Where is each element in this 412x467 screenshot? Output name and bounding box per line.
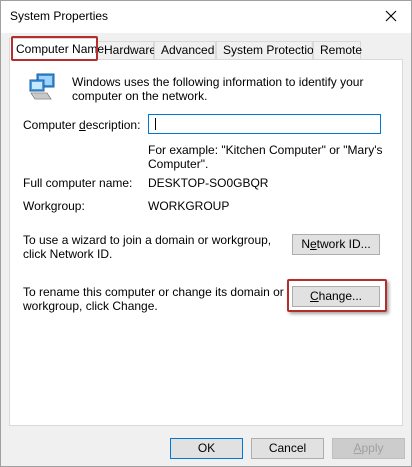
network-id-button[interactable]: Network ID... (292, 234, 380, 255)
text-caret (155, 118, 156, 130)
system-properties-window: System Properties Computer Name Hardware… (0, 0, 412, 467)
workgroup-label: Workgroup: (23, 199, 85, 213)
network-id-instructions: To use a wizard to join a domain or work… (23, 233, 272, 261)
tab-advanced[interactable]: Advanced (154, 41, 216, 60)
computer-description-input[interactable] (148, 114, 381, 134)
tab-remote[interactable]: Remote (313, 41, 362, 60)
rename-instructions: To rename this computer or change its do… (23, 285, 284, 313)
full-computer-name-value: DESKTOP-SO0GBQR (148, 176, 269, 190)
footer-divider (1, 433, 411, 434)
intro-text: Windows uses the following information t… (72, 75, 364, 103)
computer-name-panel: Windows uses the following information t… (9, 59, 403, 426)
tab-computer-name[interactable]: Computer Name (9, 38, 104, 61)
change-button[interactable]: Change... (292, 286, 380, 307)
close-icon (385, 10, 397, 22)
ok-button[interactable]: OK (170, 438, 243, 459)
window-title: System Properties (10, 9, 109, 23)
close-button[interactable] (371, 1, 411, 31)
cancel-button[interactable]: Cancel (251, 438, 324, 459)
workgroup-value: WORKGROUP (148, 199, 230, 213)
computer-icon (29, 73, 55, 100)
tab-hardware[interactable]: Hardware (97, 41, 156, 60)
full-computer-name-label: Full computer name: (23, 176, 133, 190)
description-example-text: For example: "Kitchen Computer" or "Mary… (148, 143, 383, 171)
title-bar: System Properties (1, 1, 411, 33)
computer-description-label: Computer description: (23, 118, 141, 132)
tab-system-protection[interactable]: System Protection (216, 41, 320, 60)
apply-button[interactable]: Apply (332, 438, 405, 459)
